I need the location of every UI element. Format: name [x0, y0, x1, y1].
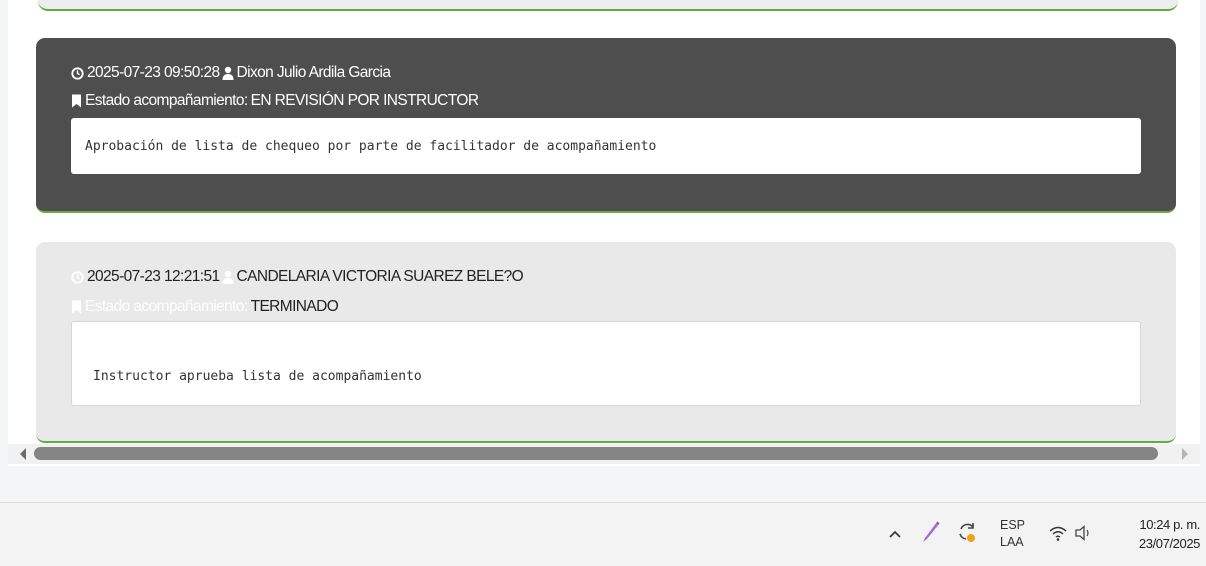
status-value: TERMINADO — [250, 298, 339, 315]
entry-status: Estado acompañamiento: TERMINADO — [71, 298, 339, 316]
pen-icon[interactable] — [918, 517, 942, 547]
entry-author: CANDELARIA VICTORIA SUAREZ BELE?O — [236, 268, 524, 285]
chevron-up-icon[interactable] — [884, 521, 906, 547]
status-label: Estado acompañamiento: — [85, 298, 248, 315]
language-primary: ESP — [1000, 518, 1026, 532]
entry-comment: Aprobación de lista de chequeo por parte… — [71, 118, 1141, 174]
sync-icon[interactable] — [954, 517, 980, 547]
language-indicator[interactable]: ESP LAA — [1000, 517, 1030, 551]
status-label: Estado acompañamiento: — [85, 92, 248, 109]
user-icon — [222, 66, 234, 80]
bookmark-icon — [71, 300, 82, 314]
entry-timestamp: 2025-07-23 12:21:51 — [87, 268, 220, 285]
entry-header: 2025-07-23 12:21:51 CANDELARIA VICTORIA … — [71, 268, 524, 286]
horizontal-scrollbar[interactable] — [8, 444, 1200, 464]
entry-author: Dixon Julio Ardila Garcia — [236, 64, 391, 81]
language-secondary: LAA — [1000, 535, 1024, 549]
status-value: EN REVISIÓN POR INSTRUCTOR — [250, 92, 479, 109]
windows-taskbar: ESP LAA 10:24 p. m. 23/07/2025 — [0, 502, 1206, 566]
scrollbar-thumb[interactable] — [34, 447, 1158, 460]
clock-date: 23/07/2025 — [1138, 536, 1200, 551]
entry-status: Estado acompañamiento: EN REVISIÓN POR I… — [71, 92, 479, 110]
previous-entry-card — [38, 0, 1178, 11]
tracking-entry-card: 2025-07-23 09:50:28 Dixon Julio Ardila G… — [36, 38, 1176, 213]
tracking-entry-card: 2025-07-23 12:21:51 CANDELARIA VICTORIA … — [36, 242, 1176, 443]
clock-icon — [71, 270, 84, 284]
clock-icon — [71, 66, 84, 80]
entry-timestamp: 2025-07-23 09:50:28 — [87, 64, 220, 81]
wifi-icon[interactable] — [1046, 521, 1070, 545]
taskbar-clock[interactable]: 10:24 p. m. 23/07/2025 — [1110, 515, 1200, 553]
bookmark-icon — [71, 94, 82, 108]
speaker-icon[interactable] — [1072, 521, 1096, 545]
tracking-history-panel: 2025-07-23 09:50:28 Dixon Julio Ardila G… — [8, 0, 1200, 466]
clock-time: 10:24 p. m. — [1139, 517, 1200, 532]
entry-header: 2025-07-23 09:50:28 Dixon Julio Ardila G… — [71, 64, 391, 82]
entry-comment: Instructor aprueba lista de acompañamien… — [71, 321, 1141, 406]
page-background: 2025-07-23 09:50:28 Dixon Julio Ardila G… — [0, 0, 1206, 502]
scroll-left-icon[interactable] — [20, 448, 26, 460]
user-icon — [222, 270, 234, 284]
scroll-right-icon[interactable] — [1182, 448, 1188, 460]
